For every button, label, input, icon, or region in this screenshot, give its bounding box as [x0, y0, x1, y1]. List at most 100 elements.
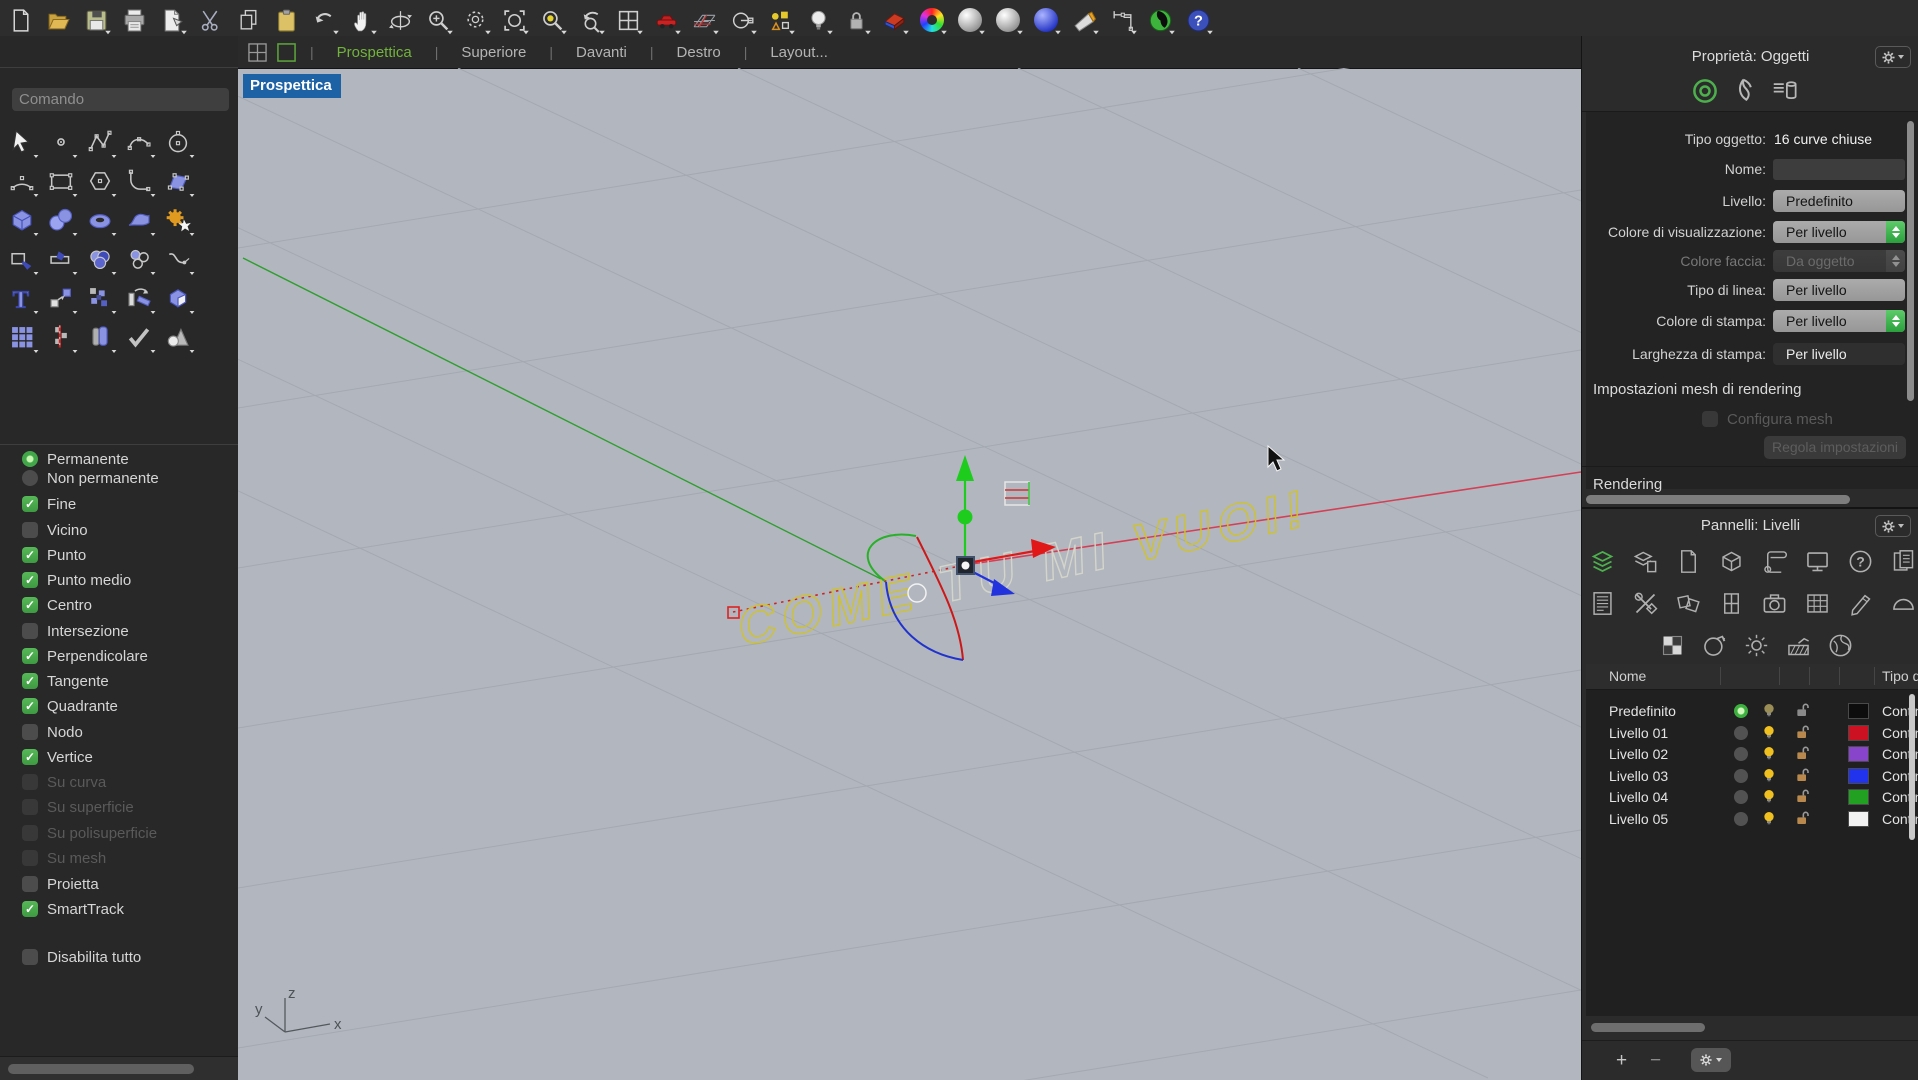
checkbox-on-icon[interactable]	[22, 698, 38, 714]
copy-icon[interactable]	[230, 5, 266, 35]
point-tool[interactable]	[43, 124, 79, 160]
cplane-set-icon[interactable]	[724, 5, 760, 35]
perspective-viewport[interactable]: |Prospettica|Superiore|Davanti|Destro|La…	[238, 36, 1581, 1080]
sphere-tool[interactable]	[43, 202, 79, 238]
arc-tool[interactable]	[4, 163, 40, 199]
blue-sphere-view-icon[interactable]	[1028, 5, 1064, 35]
window-panes-icon[interactable]	[1716, 588, 1746, 618]
horizontal-scrollbar[interactable]	[8, 1064, 194, 1074]
fillet-curves-tool[interactable]	[121, 163, 157, 199]
named-view-car-icon[interactable]	[648, 5, 684, 35]
radio-on-icon[interactable]	[22, 451, 38, 467]
current-layer-radio[interactable]	[1734, 812, 1748, 826]
torus-tool[interactable]	[82, 202, 118, 238]
gumball-scale-handle[interactable]	[958, 510, 973, 525]
lock-objects-icon[interactable]	[838, 5, 874, 35]
checkbox-on-icon[interactable]	[22, 496, 38, 512]
layer-visibility-bulb-icon[interactable]	[1761, 767, 1777, 783]
layer-row-livello-01[interactable]: Livello 01Continuo	[1586, 722, 1918, 744]
osnap-proietta[interactable]: Proietta	[22, 875, 99, 893]
layer-lock-icon[interactable]	[1794, 724, 1810, 740]
layer-name[interactable]: Livello 02	[1609, 746, 1668, 762]
layers-options-dropdown[interactable]	[1691, 1048, 1731, 1072]
current-layer-radio[interactable]	[1734, 704, 1748, 718]
split-tool[interactable]	[43, 241, 79, 277]
layer-color-swatch[interactable]	[1848, 789, 1869, 805]
layer-lock-icon[interactable]	[1794, 788, 1810, 804]
osnap-perpendicolare[interactable]: Perpendicolare	[22, 647, 148, 665]
checkbox-off-icon[interactable]	[22, 724, 38, 740]
checkbox-on-icon[interactable]	[22, 547, 38, 563]
adjust-settings-button[interactable]: Regola impostazioni	[1764, 436, 1906, 459]
rectangle-tool[interactable]	[43, 163, 79, 199]
boolean-union-tool[interactable]	[82, 241, 118, 277]
layer-row-livello-05[interactable]: Livello 05Continuo	[1586, 808, 1918, 830]
scene-canvas[interactable]: COME TU MI VUOI!	[238, 68, 1581, 1080]
osnap-vicino[interactable]: Vicino	[22, 521, 88, 539]
osnap-punto-medio[interactable]: Punto medio	[22, 571, 131, 589]
current-layer-radio[interactable]	[1734, 747, 1748, 761]
current-layer-radio[interactable]	[1734, 726, 1748, 740]
layer-lock-icon[interactable]	[1794, 745, 1810, 761]
layer-color-swatch[interactable]	[1848, 703, 1869, 719]
color-stepper[interactable]	[1886, 221, 1905, 243]
section-tool[interactable]	[43, 319, 79, 355]
ribbon-icon[interactable]	[1845, 588, 1875, 618]
trim-tool[interactable]	[4, 241, 40, 277]
surface-corner-tool[interactable]	[160, 163, 196, 199]
check-objects-tool[interactable]	[121, 319, 157, 355]
viewport-tab-superiore[interactable]: Superiore	[440, 44, 547, 61]
render-icon[interactable]	[1142, 5, 1178, 35]
selection-cursor-tool[interactable]	[4, 124, 40, 160]
layers-h-scrollbar[interactable]	[1591, 1023, 1705, 1032]
osnap-shapes-icon[interactable]	[762, 5, 798, 35]
checkbox-off-icon[interactable]	[22, 876, 38, 892]
paste-icon[interactable]	[268, 5, 304, 35]
layer-color-swatch[interactable]	[1848, 811, 1869, 827]
grid-table-icon[interactable]	[1802, 588, 1832, 618]
curve-handle-tool[interactable]	[160, 241, 196, 277]
layer-row-livello-03[interactable]: Livello 03Continuo	[1586, 765, 1918, 787]
osnap-centro[interactable]: Centro	[22, 596, 92, 614]
osnap-su-mesh[interactable]: Su mesh	[22, 849, 106, 867]
sun-icon[interactable]	[1741, 630, 1771, 660]
help-circle-icon[interactable]: ?	[1845, 546, 1875, 576]
gumball-z-arrowhead[interactable]	[956, 455, 974, 481]
layer-visibility-bulb-icon[interactable]	[1761, 745, 1777, 761]
document-lines-icon[interactable]	[1587, 588, 1617, 618]
osnap-nodo[interactable]: Nodo	[22, 723, 83, 741]
remove-layer-button[interactable]: −	[1650, 1050, 1661, 1072]
checkbox-on-icon[interactable]	[22, 572, 38, 588]
single-viewport-icon[interactable]	[277, 43, 296, 62]
help-icon[interactable]: ?	[1180, 5, 1216, 35]
osnap-vertice[interactable]: Vertice	[22, 748, 93, 766]
stickers-icon[interactable]	[1673, 588, 1703, 618]
box-edit-tool[interactable]	[160, 280, 196, 316]
cut-icon[interactable]	[192, 5, 228, 35]
object-properties-icon[interactable]	[1690, 76, 1720, 106]
checkbox-on-icon[interactable]	[22, 901, 38, 917]
text-object-tool[interactable]: T	[4, 280, 40, 316]
print-icon[interactable]	[116, 5, 152, 35]
field-value-button[interactable]: Per livello	[1773, 221, 1905, 243]
color-stepper[interactable]	[1886, 310, 1905, 332]
extrude-tool[interactable]	[82, 319, 118, 355]
viewport-tab-davanti[interactable]: Davanti	[555, 44, 648, 61]
configure-mesh-checkbox[interactable]	[1702, 411, 1718, 427]
color-stepper[interactable]	[1886, 250, 1905, 272]
osnap-fine[interactable]: Fine	[22, 495, 76, 513]
material-icon[interactable]	[1732, 76, 1762, 106]
checkbox-off-icon[interactable]	[22, 623, 38, 639]
scroll-notes-icon[interactable]	[1759, 546, 1789, 576]
render-mesh-icon[interactable]	[1770, 76, 1800, 106]
spotlight-icon[interactable]	[1066, 5, 1102, 35]
layer-visibility-bulb-icon[interactable]	[1761, 724, 1777, 740]
globe-icon[interactable]	[1825, 630, 1855, 660]
circle-tool[interactable]	[160, 124, 196, 160]
layer-name[interactable]: Livello 01	[1609, 725, 1668, 741]
export-page-icon[interactable]	[154, 5, 190, 35]
grid-array-tool[interactable]	[4, 319, 40, 355]
four-viewports-icon[interactable]	[248, 43, 267, 62]
box-display-icon[interactable]	[1716, 546, 1746, 576]
layer-row-predefinito[interactable]: PredefinitoContinuo	[1586, 700, 1918, 722]
